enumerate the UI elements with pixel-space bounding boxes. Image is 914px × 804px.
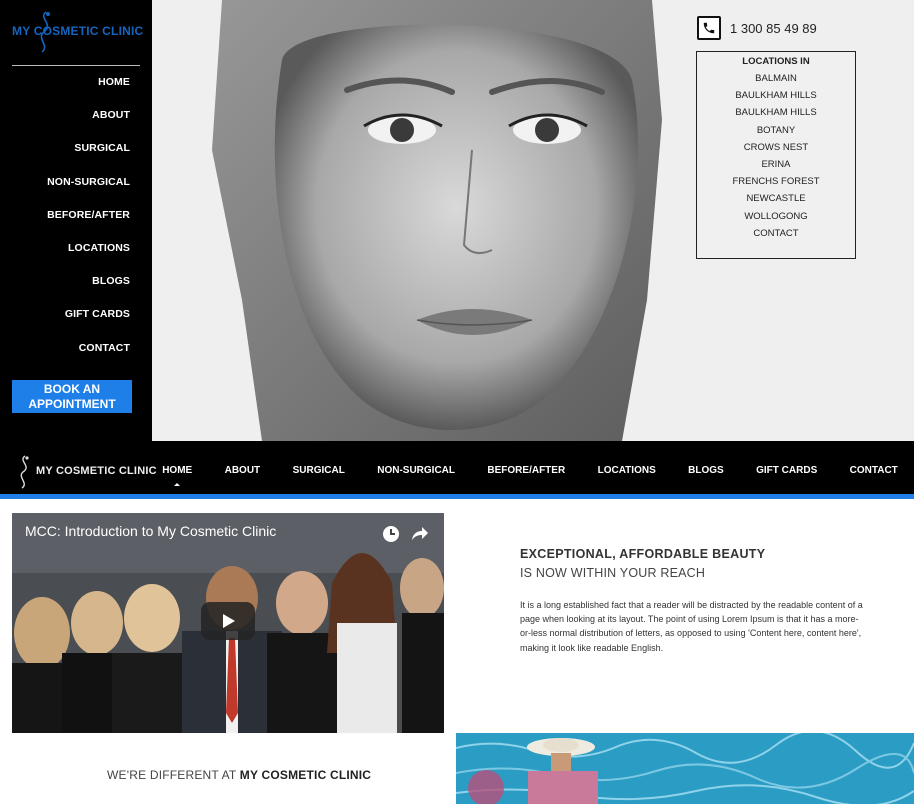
intro-subheading: IS NOW WITHIN YOUR REACH (520, 566, 706, 580)
play-button[interactable] (201, 602, 255, 640)
locations-title: LOCATIONS IN (742, 56, 810, 67)
intro-body: It is a long established fact that a rea… (520, 600, 863, 653)
video-title: MCC: Introduction to My Cosmetic Clinic (25, 523, 277, 539)
pool-image (456, 733, 914, 804)
location-baulkham-hills-2[interactable]: BAULKHAM HILLS (697, 104, 855, 121)
sidebar-nav: HOME ABOUT SURGICAL NON-SURGICAL BEFORE/… (47, 75, 130, 374)
location-contact[interactable]: CONTACT (697, 225, 855, 242)
sidebar-divider (12, 65, 140, 66)
pool-photo (456, 733, 914, 804)
sidebar-item-non-surgical[interactable]: NON-SURGICAL (47, 175, 130, 208)
share-icon[interactable] (408, 523, 430, 545)
navbar-logo[interactable]: MY COSMETIC CLINIC (14, 453, 157, 489)
nav-about[interactable]: ABOUT (219, 465, 267, 476)
brand-logo[interactable]: MY COSMETIC CLINIC (12, 8, 143, 54)
top-navbar: MY COSMETIC CLINIC HOME ABOUT SURGICAL N… (0, 441, 914, 499)
navbar-links: HOME ABOUT SURGICAL NON-SURGICAL BEFORE/… (146, 441, 914, 499)
play-icon (223, 614, 235, 628)
sidebar-item-contact[interactable]: CONTACT (47, 341, 130, 374)
different-lead: WE'RE DIFFERENT AT (107, 768, 240, 782)
nav-blogs[interactable]: BLOGS (682, 465, 730, 476)
different-heading: WE'RE DIFFERENT AT MY COSMETIC CLINIC (107, 768, 371, 782)
nav-non-surgical[interactable]: NON-SURGICAL (371, 465, 461, 476)
logo-swirl-icon (20, 455, 29, 489)
intro-section: EXCEPTIONAL, AFFORDABLE BEAUTY IS NOW WI… (520, 547, 865, 655)
sidebar-item-about[interactable]: ABOUT (47, 108, 130, 141)
nav-surgical[interactable]: SURGICAL (287, 465, 351, 476)
nav-home[interactable]: HOME (156, 465, 198, 476)
sidebar-item-blogs[interactable]: BLOGS (47, 274, 130, 307)
sidebar: MY COSMETIC CLINIC HOME ABOUT SURGICAL N… (0, 0, 152, 441)
location-newcastle[interactable]: NEWCASTLE (697, 190, 855, 207)
location-crows-nest[interactable]: CROWS NEST (697, 139, 855, 156)
intro-heading: EXCEPTIONAL, AFFORDABLE BEAUTY (520, 547, 766, 561)
clock-icon[interactable] (380, 523, 402, 545)
sidebar-item-before-after[interactable]: BEFORE/AFTER (47, 208, 130, 241)
phone-number[interactable]: 1 300 85 49 89 (730, 21, 817, 36)
sidebar-item-gift-cards[interactable]: GIFT CARDS (47, 307, 130, 340)
sidebar-item-locations[interactable]: LOCATIONS (47, 241, 130, 274)
location-baulkham-hills[interactable]: BAULKHAM HILLS (697, 87, 855, 104)
nav-locations[interactable]: LOCATIONS (592, 465, 662, 476)
nav-contact[interactable]: CONTACT (844, 465, 904, 476)
intro-video[interactable]: MCC: Introduction to My Cosmetic Clinic (12, 513, 444, 733)
location-wollogong[interactable]: WOLLOGONG (697, 208, 855, 225)
different-strong: MY COSMETIC CLINIC (239, 768, 372, 782)
nav-before-after[interactable]: BEFORE/AFTER (481, 465, 571, 476)
phone-icon (697, 16, 721, 40)
location-balmain[interactable]: BALMAIN (697, 70, 855, 87)
location-frenchs-forest[interactable]: FRENCHS FOREST (697, 173, 855, 190)
locations-box: LOCATIONS IN BALMAIN BAULKHAM HILLS BAUL… (696, 51, 856, 259)
sidebar-item-home[interactable]: HOME (47, 75, 130, 108)
logo-swirl-icon (40, 11, 50, 53)
sidebar-item-surgical[interactable]: SURGICAL (47, 141, 130, 174)
location-botany[interactable]: BOTANY (697, 122, 855, 139)
phone-contact[interactable]: 1 300 85 49 89 (697, 16, 817, 40)
location-erina[interactable]: ERINA (697, 156, 855, 173)
nav-gift-cards[interactable]: GIFT CARDS (750, 465, 823, 476)
book-appointment-button[interactable]: BOOK AN APPOINTMENT (12, 380, 132, 413)
navbar-brand-name: MY COSMETIC CLINIC (36, 465, 157, 477)
